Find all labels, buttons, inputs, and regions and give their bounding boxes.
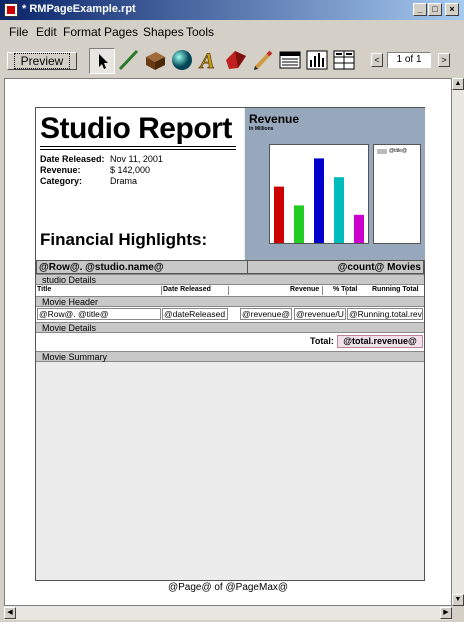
arrow-tool-icon[interactable] [89,48,115,74]
group-header-left: @Row@. @studio.name@ [39,262,164,273]
detail-date-cell[interactable]: @dateReleased [162,308,228,320]
chart-svg [274,158,364,243]
revenue-chart[interactable] [269,144,369,244]
window-title: * RMPageExample.rpt [22,3,136,15]
chart-bar [354,214,364,243]
chart-bar [314,158,324,243]
menu-shapes[interactable]: Shapes [143,25,184,39]
page-number-field[interactable]: 1 of 1 [387,52,431,68]
chart-bar [294,205,304,243]
maximize-button[interactable]: □ [428,3,442,16]
col-divider [322,286,323,295]
scroll-left-button[interactable]: ◀ [4,607,16,619]
chart-legend: @title@ [373,144,421,244]
revenue-value: $ 142,000 [110,165,151,175]
col-divider [161,286,162,295]
revenue-row[interactable]: Revenue: $ 142,000 [40,165,150,175]
menu-edit[interactable]: Edit [36,25,57,39]
prev-page-button[interactable]: < [371,53,383,67]
preview-button[interactable]: Preview [7,52,77,70]
box-tool-icon[interactable] [143,48,169,74]
date-released-value: Nov 11, 2001 [110,154,163,164]
graph-tool-icon[interactable] [305,48,331,74]
close-button[interactable]: × [445,3,459,16]
report-page: Studio Report Date Released: Nov 11, 2001… [35,107,425,581]
preview-label: Preview [13,53,71,69]
legend-swatch [377,149,387,154]
movie-summary-band[interactable]: Movie Summary [36,351,424,362]
detail-title-cell[interactable]: @Row@. @title@ [37,308,161,320]
col-divider [228,286,229,295]
movie-header-band[interactable]: Movie Header [36,296,424,307]
chart-bar [334,177,344,243]
menu-pages[interactable]: Pages [104,25,138,39]
revenue-label: Revenue: [40,165,81,175]
date-released-label: Date Released: [40,154,105,164]
detail-running-cell[interactable]: @Running.total.rev [347,308,423,320]
column-header-row: Title Date Released Revenue % Total Runn… [36,285,424,296]
title-bar: * RMPageExample.rpt _ □ × [0,0,464,20]
scroll-up-button[interactable]: ▲ [452,78,464,90]
app-icon [4,3,18,17]
total-value-field[interactable]: @total.revenue@ [337,335,423,348]
svg-text:A: A [198,48,215,72]
menu-format[interactable]: Format [63,25,101,39]
text-tool-icon[interactable]: A [197,48,223,74]
scroll-down-button[interactable]: ▼ [452,594,464,606]
studio-details-band[interactable]: studio Details [36,274,424,285]
chart-bar [274,186,284,243]
group-header-divider [247,261,248,273]
detail-revenue-cell[interactable]: @revenue@ [240,308,292,320]
menu-bar: File Edit Format Pages Shapes Tools [0,22,464,40]
polygon-tool-icon[interactable] [224,48,250,74]
group-header-band[interactable]: @Row@. @studio.name@ @count@ Movies [36,260,424,274]
vertical-scrollbar[interactable]: ▲ ▼ [452,78,464,606]
menu-tools[interactable]: Tools [186,25,214,39]
revenue-panel-subtitle: In Millions [249,126,274,132]
report-header: Studio Report Date Released: Nov 11, 2001… [36,108,244,260]
col-date-released[interactable]: Date Released [163,286,211,293]
menu-file[interactable]: File [9,25,28,39]
table-tool-icon[interactable] [278,48,304,74]
date-released-row[interactable]: Date Released: Nov 11, 2001 [40,154,163,164]
minimize-button[interactable]: _ [413,3,427,16]
detail-row: @Row@. @title@ @dateReleased @revenue@ @… [36,307,424,322]
crosstab-tool-icon[interactable] [332,48,358,74]
revenue-panel[interactable]: Revenue In Millions @title@ [245,108,425,260]
horizontal-scrollbar[interactable]: ◀ ▶ [4,606,452,620]
financial-highlights-heading[interactable]: Financial Highlights: [40,230,207,250]
category-row[interactable]: Category: Drama [40,176,137,186]
scroll-right-button[interactable]: ▶ [440,607,452,619]
group-header-right: @count@ Movies [337,262,421,273]
next-page-button[interactable]: > [438,53,450,67]
col-running-total[interactable]: Running Total [372,286,419,293]
detail-percent-cell[interactable]: @revenue/U [294,308,346,320]
page-footer[interactable]: @Page@ of @PageMax@ [5,582,451,593]
movie-details-band[interactable]: Movie Details [36,322,424,333]
document-viewport[interactable]: Studio Report Date Released: Nov 11, 2001… [4,78,452,606]
report-title[interactable]: Studio Report [40,112,232,146]
col-title[interactable]: Title [37,286,51,293]
title-rule-2 [40,149,236,150]
col-divider [346,286,347,295]
col-revenue[interactable]: Revenue [290,286,319,293]
revenue-panel-title: Revenue [249,112,300,126]
total-row: Total: @total.revenue@ [36,333,424,351]
toolbar: Preview A < 1 of 1 > [0,44,464,76]
title-rule [40,146,236,147]
total-label[interactable]: Total: [310,336,334,346]
category-label: Category: [40,176,83,186]
pencil-tool-icon[interactable] [251,48,277,74]
legend-text: @title@ [389,148,407,154]
oval-tool-icon[interactable] [170,48,196,74]
category-value: Drama [110,176,138,186]
line-tool-icon[interactable] [116,48,142,74]
